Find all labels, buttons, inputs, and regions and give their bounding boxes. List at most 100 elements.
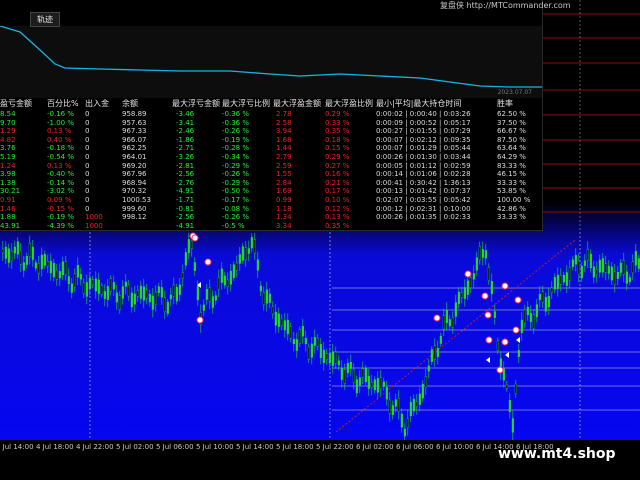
candle-body — [286, 319, 289, 335]
candle-body — [181, 272, 184, 279]
candle-body — [553, 277, 556, 290]
brand-text[interactable]: 复盘侠 http://MTCommander.com — [440, 0, 571, 11]
candle-body — [559, 274, 562, 285]
stats-header-row: 盈亏金额 百分比% 出入金 余额 最大浮亏金额 最大浮亏比例 最大浮盈金额 最大浮盈比例 最小|… — [0, 98, 542, 110]
candle-body — [217, 277, 220, 290]
candle-body — [268, 293, 271, 303]
candle-body — [25, 256, 28, 265]
candle-body — [274, 311, 277, 326]
candle-body — [400, 413, 403, 428]
candle-body — [52, 262, 55, 278]
candle-body — [529, 313, 532, 322]
table-row: 43.91 -4.39 % 1000 -4.91 -0.5 % 3.34 0.35 % — [0, 222, 542, 232]
candle-body — [208, 287, 211, 302]
candle-body — [325, 353, 328, 361]
candle-body — [373, 379, 376, 391]
candle-body — [19, 250, 22, 265]
stats-header-cell: 最大浮盈比例 — [325, 99, 373, 108]
candle-body — [265, 289, 268, 304]
candle-body — [211, 296, 214, 308]
candle-body — [418, 393, 421, 405]
candle-body — [520, 319, 523, 334]
candle-body — [346, 362, 349, 374]
stats-header-cell: 最小|平均|最大持仓时间 — [376, 99, 462, 108]
candle-body — [58, 271, 61, 279]
candle-body — [583, 260, 586, 266]
candle-body — [334, 351, 337, 364]
arrow-marker-icon — [486, 357, 490, 363]
candle-body — [430, 349, 433, 362]
candle-body — [403, 428, 406, 437]
candle-body — [577, 260, 580, 275]
candle-body — [91, 279, 94, 285]
candle-body — [100, 285, 103, 295]
candle-body — [271, 306, 274, 315]
candle-body — [589, 253, 592, 269]
candle-body — [538, 293, 541, 300]
stats-header-cell: 胜率 — [497, 99, 513, 108]
candle-body — [487, 266, 490, 281]
candle-body — [73, 273, 76, 288]
candle-body — [82, 282, 85, 294]
trade-marker-icon — [501, 282, 509, 290]
candle-body — [331, 351, 334, 366]
candle-body — [295, 339, 298, 351]
candle-body — [130, 292, 133, 308]
candle-body — [622, 260, 625, 275]
candle-body — [304, 338, 307, 345]
candle-body — [436, 348, 439, 358]
candle-body — [61, 261, 64, 276]
curve-date-label: 2023.07.07 — [497, 89, 532, 96]
candle-body — [115, 292, 118, 303]
candle-body — [547, 295, 550, 308]
candle-body — [88, 278, 91, 290]
candle-body — [94, 278, 97, 292]
candle-body — [226, 279, 229, 287]
candle-body — [178, 284, 181, 295]
candle-body — [184, 252, 187, 266]
candle-body — [256, 259, 259, 271]
candle-body — [235, 262, 238, 271]
candle-body — [106, 286, 109, 300]
candle-body — [301, 325, 304, 337]
stats-cell-mfp: 3.34 — [276, 221, 292, 230]
candle-body — [463, 287, 466, 299]
stats-header-cell: 最大浮盈金额 — [273, 99, 321, 108]
mt4-terminal-window: 4 Jul 14:004 Jul 18:004 Jul 22:005 Jul 0… — [0, 0, 640, 480]
candle-body — [139, 285, 142, 299]
candle-body — [55, 269, 58, 280]
equity-curve-chart — [0, 26, 542, 88]
candle-body — [349, 362, 352, 369]
trade-marker-icon — [512, 326, 520, 334]
candle-body — [484, 250, 487, 259]
candle-body — [424, 376, 427, 388]
candle-body — [610, 266, 613, 281]
track-tab[interactable]: 轨迹 — [30, 12, 60, 27]
stats-header-cell: 百分比% — [47, 99, 79, 108]
candle-body — [364, 367, 367, 382]
candle-body — [160, 287, 163, 298]
candle-body — [40, 254, 43, 270]
candle-body — [607, 265, 610, 274]
candle-body — [250, 237, 253, 249]
candle-body — [634, 251, 637, 266]
candle-body — [277, 313, 280, 327]
candle-body — [193, 262, 196, 271]
candle-body — [457, 291, 460, 304]
candle-body — [310, 343, 313, 358]
trend-line — [335, 239, 576, 433]
candle-body — [337, 360, 340, 366]
candle-body — [10, 250, 13, 262]
candle-body — [595, 269, 598, 276]
time-axis-label: 5 Jul 14:00 — [236, 443, 274, 451]
candle-body — [292, 339, 295, 344]
candle-body — [133, 293, 136, 305]
candle-body — [370, 382, 373, 389]
candle-body — [232, 264, 235, 279]
candle-body — [13, 246, 16, 254]
candle-body — [151, 295, 154, 310]
trade-marker-icon — [501, 338, 509, 346]
candle-body — [571, 259, 574, 267]
time-axis-label: 5 Jul 10:00 — [196, 443, 234, 451]
candle-body — [85, 282, 88, 297]
